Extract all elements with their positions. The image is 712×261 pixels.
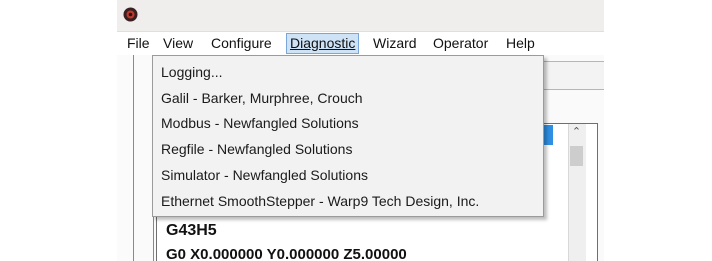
menu-item-regfile[interactable]: Regfile - Newfangled Solutions [161, 139, 352, 159]
scroll-thumb[interactable] [570, 146, 583, 166]
vertical-scrollbar[interactable] [568, 124, 586, 261]
app-logo-icon[interactable] [123, 7, 138, 22]
menu-wizard[interactable]: Wizard [370, 34, 420, 53]
title-bar [117, 0, 604, 32]
diagnostic-dropdown: Logging... Galil - Barker, Murphree, Cro… [152, 55, 544, 217]
menu-help[interactable]: Help [503, 34, 538, 53]
menu-file[interactable]: File [124, 34, 153, 53]
left-panel-edge [117, 55, 134, 261]
menu-bar: File View Configure Diagnostic Wizard Op… [117, 32, 604, 54]
menu-view[interactable]: View [160, 34, 196, 53]
menu-item-logging[interactable]: Logging... [161, 62, 223, 82]
chevron-up-icon[interactable]: ⌃ [568, 124, 585, 141]
gcode-line: G0 X0.000000 Y0.000000 Z5.00000 [166, 246, 407, 261]
menu-item-galil[interactable]: Galil - Barker, Murphree, Crouch [161, 88, 363, 108]
gcode-line: G43H5 [166, 222, 217, 239]
menu-operator[interactable]: Operator [430, 34, 491, 53]
menu-item-simulator[interactable]: Simulator - Newfangled Solutions [161, 165, 368, 185]
menu-item-ethernet-smoothstepper[interactable]: Ethernet SmoothStepper - Warp9 Tech Desi… [161, 191, 479, 211]
toolbar-strip [542, 61, 604, 90]
menu-configure[interactable]: Configure [208, 34, 275, 53]
menu-item-modbus[interactable]: Modbus - Newfangled Solutions [161, 113, 359, 133]
menu-diagnostic[interactable]: Diagnostic [286, 33, 360, 54]
